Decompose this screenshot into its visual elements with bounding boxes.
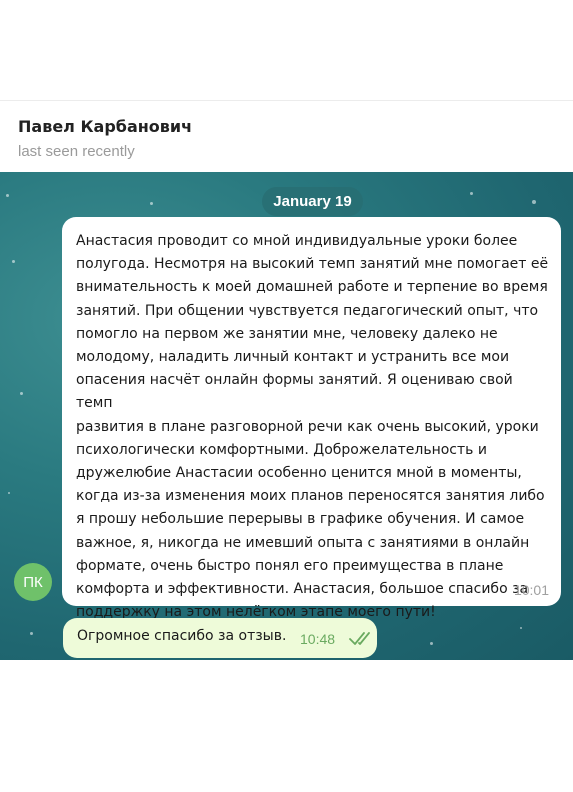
contact-status: last seen recently <box>18 143 135 160</box>
double-check-icon <box>349 632 370 645</box>
background-speck <box>30 632 33 635</box>
background-speck <box>520 627 522 629</box>
incoming-message-time: 10:01 <box>513 582 549 598</box>
contact-name[interactable]: Павел Карбанович <box>18 117 192 136</box>
date-chip: January 19 <box>262 187 363 216</box>
outgoing-message-time: 10:48 <box>300 631 336 647</box>
background-speck <box>6 194 9 197</box>
background-speck <box>12 260 15 263</box>
background-speck <box>470 192 473 195</box>
incoming-message-text: Анастасия проводит со мной индивидуальны… <box>76 233 549 621</box>
chat-area[interactable]: January 19 Анастасия проводит со мной ин… <box>0 172 573 660</box>
background-speck <box>8 492 10 494</box>
outgoing-message-text: Огромное спасибо за отзыв. <box>77 628 287 644</box>
background-speck <box>430 642 433 645</box>
background-speck <box>532 200 536 204</box>
outgoing-message[interactable]: Огромное спасибо за отзыв. 10:48 <box>63 618 377 658</box>
chat-header[interactable]: Павел Карбанович last seen recently <box>0 100 573 173</box>
background-speck <box>20 392 23 395</box>
contact-avatar[interactable]: ПК <box>14 563 52 601</box>
incoming-message[interactable]: Анастасия проводит со мной индивидуальны… <box>62 217 561 620</box>
background-speck <box>150 202 153 205</box>
